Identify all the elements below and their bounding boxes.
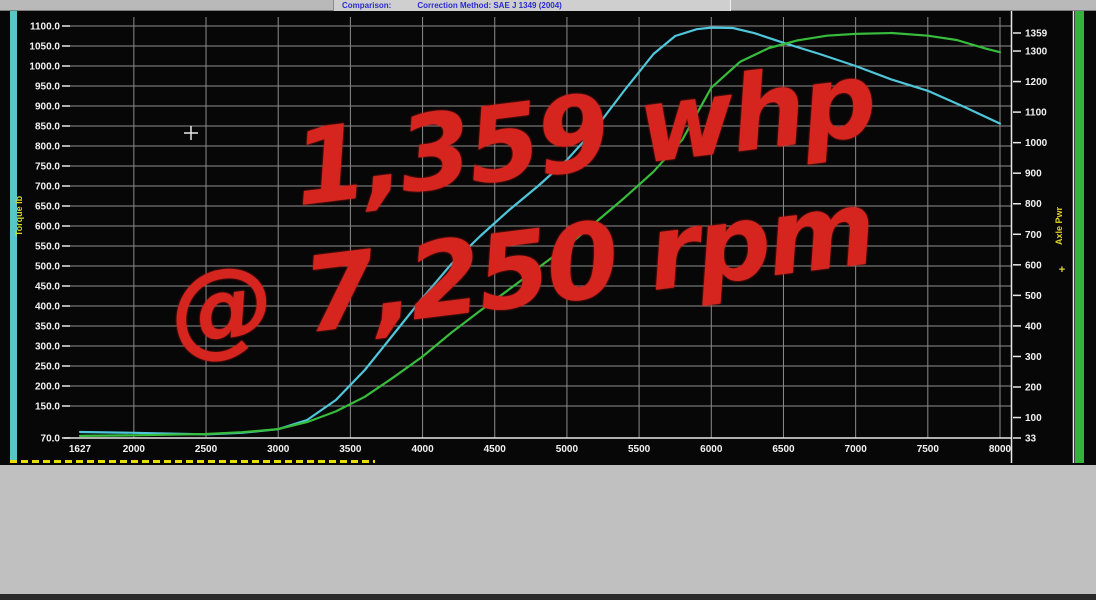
right-axis-tick-label: 400 bbox=[1025, 321, 1042, 332]
right-axis-tick-label: 200 bbox=[1025, 382, 1042, 393]
x-axis-tick-label: 2000 bbox=[123, 444, 146, 455]
left-axis-tick-label: 600.0 bbox=[35, 222, 60, 233]
left-axis-tick-label: 150.0 bbox=[35, 402, 60, 413]
right-axis-tick-label: 1100 bbox=[1025, 108, 1047, 119]
right-axis-tick-label: 800 bbox=[1025, 199, 1042, 210]
x-axis-tick-label: 6000 bbox=[700, 444, 723, 455]
left-axis-tick-label: 200.0 bbox=[35, 382, 60, 393]
left-axis-tick-label: 350.0 bbox=[35, 322, 60, 333]
x-axis-tick-label: 5500 bbox=[628, 444, 651, 455]
left-axis-tick-label: 900.0 bbox=[35, 102, 60, 113]
left-axis-tick-label: 700.0 bbox=[35, 182, 60, 193]
right-axis-tick-label: 1300 bbox=[1025, 47, 1048, 58]
left-axis-tick-label: 1000.0 bbox=[29, 62, 60, 73]
left-axis-tick-label: 750.0 bbox=[35, 162, 60, 173]
x-axis-tick-label: 7000 bbox=[845, 444, 868, 455]
left-axis-tick-label: 450.0 bbox=[35, 282, 60, 293]
left-axis-tick-label: 500.0 bbox=[35, 262, 60, 273]
right-axis-title: Axle Pwr bbox=[1054, 207, 1064, 246]
left-axis-tick-label: 1050.0 bbox=[29, 42, 60, 53]
left-axis-tick-label: 70.0 bbox=[41, 434, 61, 445]
left-axis-tick-label: 650.0 bbox=[35, 202, 60, 213]
x-axis-tick-label: 6500 bbox=[772, 444, 795, 455]
right-axis-tick-label: 1359 bbox=[1025, 29, 1048, 40]
x-axis-tick-label: 4000 bbox=[411, 444, 434, 455]
right-axis-tick-label: 500 bbox=[1025, 291, 1042, 302]
x-axis-tick-label: 2500 bbox=[195, 444, 218, 455]
left-axis-tick-label: 300.0 bbox=[35, 342, 60, 353]
dyno-chart-plot[interactable]: 1100.0 1050.0 1000.0 950.0 900.0 850.0 800.0 75… bbox=[0, 11, 1096, 465]
left-axis-tick-label: 950.0 bbox=[35, 82, 60, 93]
left-axis-tick-label: 1100.0 bbox=[30, 22, 60, 33]
right-axis-tick-label: 600 bbox=[1025, 260, 1042, 271]
dyno-app-window: Comparison: Correction Method: SAE J 134… bbox=[0, 0, 1096, 600]
axis-marker-plus-icon: + bbox=[1059, 264, 1065, 276]
window-bottom-edge bbox=[0, 594, 1096, 600]
x-axis-tick-label: 5000 bbox=[556, 444, 579, 455]
right-axis-tick-label: 33 bbox=[1025, 434, 1037, 445]
x-axis-tick-label: 1627 bbox=[69, 444, 92, 455]
x-axis-tick-label: 4500 bbox=[484, 444, 507, 455]
comparison-label: Comparison: bbox=[342, 1, 391, 11]
right-axis-tick-label: 1200 bbox=[1025, 77, 1048, 88]
x-axis-tick-label: 8000 bbox=[989, 444, 1012, 455]
right-axis-bar bbox=[1075, 11, 1084, 463]
x-axis-tick-label: 7500 bbox=[917, 444, 940, 455]
right-axis-tick-label: 1000 bbox=[1025, 138, 1048, 149]
x-axis-tick-label: 3000 bbox=[267, 444, 290, 455]
left-axis-tick-label: 850.0 bbox=[35, 122, 60, 133]
left-axis-title: Torque lb bbox=[14, 195, 24, 236]
x-axis-tick-label: 3500 bbox=[339, 444, 362, 455]
correction-method-label: Correction Method: SAE J 1349 (2004) bbox=[417, 1, 561, 11]
right-axis-tick-label: 700 bbox=[1025, 230, 1042, 241]
left-axis-tick-label: 250.0 bbox=[35, 362, 60, 373]
left-axis-tick-label: 800.0 bbox=[35, 142, 60, 153]
title-inset: Comparison: Correction Method: SAE J 134… bbox=[333, 0, 731, 11]
right-axis-tick-label: 300 bbox=[1025, 352, 1042, 363]
control-panel: Plot 1 (Solid) X Axis Y Axis (Left) Y Ax… bbox=[0, 465, 1096, 600]
right-axis-tick-label: 900 bbox=[1025, 169, 1042, 180]
right-axis-tick-label: 100 bbox=[1025, 413, 1042, 424]
left-axis-tick-label: 400.0 bbox=[35, 302, 60, 313]
title-bar: Comparison: Correction Method: SAE J 134… bbox=[0, 0, 1096, 11]
left-axis-tick-label: 550.0 bbox=[35, 242, 60, 253]
